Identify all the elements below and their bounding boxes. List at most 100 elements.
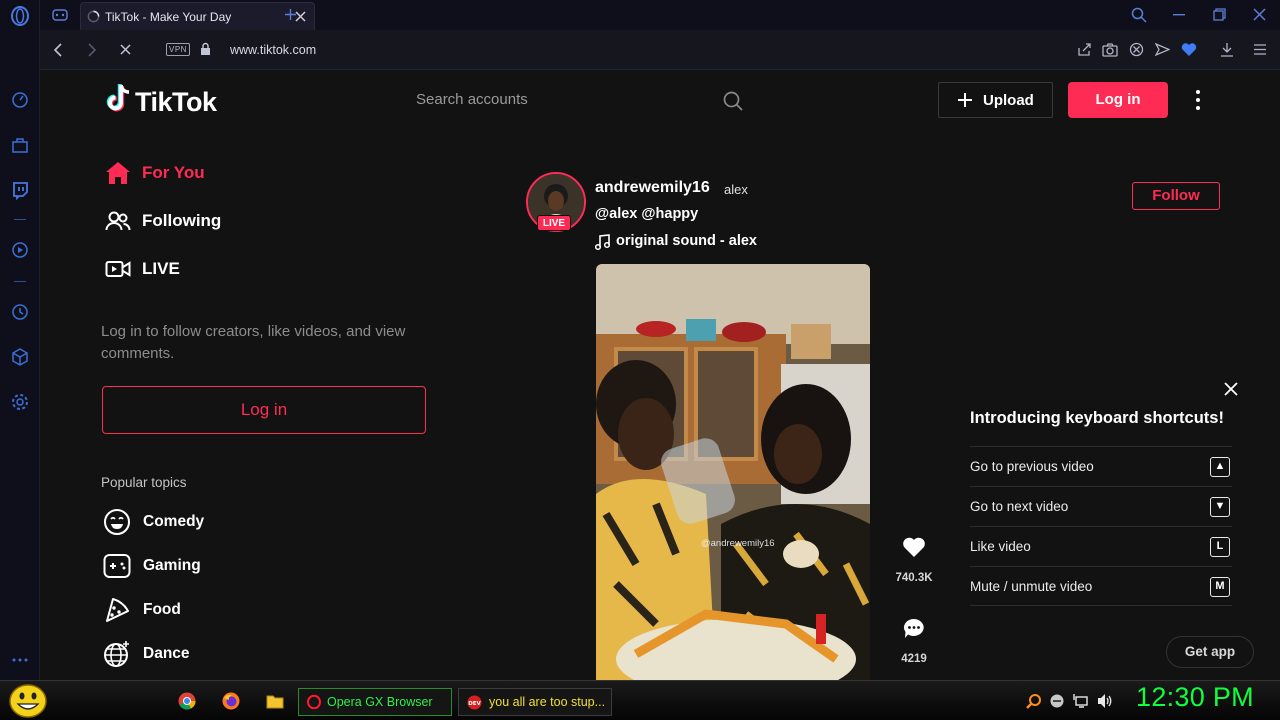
topic-comedy-label: Comedy (143, 513, 205, 530)
more-dots-icon[interactable] (10, 650, 30, 670)
forward-icon[interactable] (87, 43, 97, 57)
shortcut-label: Go to next video (970, 499, 1069, 514)
tab-bar: TikTok - Make Your Day (40, 0, 1280, 30)
shortcut-key: L (1210, 537, 1230, 557)
address-bar: VPN www.tiktok.com (40, 30, 1280, 70)
search-tray-icon[interactable] (1026, 693, 1042, 709)
heart-icon[interactable] (902, 536, 926, 558)
url-text[interactable]: www.tiktok.com (230, 43, 316, 57)
topic-gaming-label: Gaming (143, 557, 201, 574)
comment-count: 4219 (901, 653, 927, 665)
opera-logo-icon[interactable] (10, 6, 30, 26)
comment-icon[interactable] (902, 617, 926, 639)
live-video-icon (105, 261, 131, 277)
browser-sidebar (0, 0, 40, 680)
player-icon[interactable] (10, 240, 30, 260)
shortcut-row: Go to previous video ▲ (970, 446, 1232, 486)
bookmark-heart-icon[interactable] (1181, 42, 1197, 57)
keyboard-shortcuts-panel: Introducing keyboard shortcuts! Go to pr… (949, 371, 1249, 621)
upload-button[interactable]: Upload (938, 82, 1053, 118)
easy-setup-icon[interactable] (1253, 43, 1267, 56)
start-smiley-icon[interactable] (8, 683, 48, 719)
comment-action[interactable]: 4219 (890, 617, 938, 665)
adblock-icon[interactable] (1129, 42, 1144, 57)
music-note-icon (595, 234, 610, 250)
taskbar-opera-label: Opera GX Browser (327, 695, 433, 709)
share-icon[interactable] (1077, 42, 1092, 57)
tiktok-logo-icon[interactable] (106, 83, 132, 113)
speed-dial-icon[interactable] (10, 90, 30, 110)
shortcut-key: ▼ (1210, 497, 1230, 517)
like-count: 740.3K (895, 572, 933, 584)
smile-icon (104, 509, 130, 535)
login-button-sidebar[interactable]: Log in (102, 386, 426, 434)
firefox-icon[interactable] (222, 692, 240, 710)
login-button-header[interactable]: Log in (1068, 82, 1168, 118)
volume-mixer-tray-icon[interactable] (1050, 694, 1064, 708)
search-box[interactable]: Search accounts (397, 81, 757, 119)
shortcut-key: ▲ (1210, 457, 1230, 477)
back-icon[interactable] (53, 43, 63, 57)
topic-food-label: Food (143, 601, 181, 618)
svg-text:DEV: DEV (468, 701, 481, 707)
author-nickname: alex (724, 182, 748, 197)
new-tab-icon[interactable] (284, 8, 297, 21)
plus-icon (958, 93, 972, 107)
dev-icon: DEV (467, 695, 482, 710)
taskbar-dev-window[interactable]: DEV you all are too stup... (458, 688, 612, 716)
video-player[interactable]: @andrewemily16 (596, 264, 870, 680)
get-app-button[interactable]: Get app (1166, 636, 1254, 668)
post-mentions[interactable]: @alex @happy (595, 206, 698, 222)
popular-topics-title: Popular topics (101, 475, 187, 490)
disco-ball-icon (104, 641, 129, 667)
stop-loading-icon[interactable] (120, 44, 131, 55)
download-icon[interactable] (1220, 42, 1234, 57)
search-tabs-icon[interactable] (1131, 7, 1147, 23)
restore-icon[interactable] (1213, 8, 1226, 21)
shortcut-label: Go to previous video (970, 459, 1094, 474)
shortcut-row: Like video L (970, 526, 1232, 566)
search-input[interactable]: Search accounts (416, 91, 528, 108)
taskbar: Opera GX Browser DEV you all are too stu… (0, 680, 1280, 720)
camera-icon[interactable] (1102, 42, 1118, 57)
video-watermark: @andrewemily16 (701, 538, 775, 549)
close-window-icon[interactable] (1253, 8, 1266, 21)
minimize-icon[interactable] (1173, 14, 1185, 16)
search-icon[interactable] (723, 91, 743, 111)
shortcut-key: M (1210, 577, 1230, 597)
browser-tab[interactable]: TikTok - Make Your Day (80, 2, 315, 30)
taskbar-opera-gx[interactable]: Opera GX Browser (298, 688, 452, 716)
shortcuts-title: Introducing keyboard shortcuts! (970, 409, 1224, 427)
lock-icon[interactable] (200, 42, 211, 56)
twitch-icon[interactable] (10, 180, 30, 200)
author-username[interactable]: andrewemily16 (595, 179, 710, 197)
tiktok-page: TikTok Search accounts Upload Log in For… (41, 71, 1280, 680)
vpn-badge[interactable]: VPN (166, 43, 190, 56)
shortcut-label: Like video (970, 539, 1031, 554)
nav-live-label: LIVE (142, 259, 180, 278)
send-icon[interactable] (1155, 42, 1170, 57)
file-explorer-icon[interactable] (266, 693, 284, 709)
home-icon (106, 162, 130, 184)
nav-following-label: Following (142, 211, 222, 230)
history-icon[interactable] (10, 302, 30, 322)
sidebar-separator (14, 219, 26, 220)
chrome-icon[interactable] (178, 692, 196, 710)
settings-gear-icon[interactable] (10, 392, 30, 412)
close-icon[interactable] (1223, 381, 1239, 397)
login-prompt-text: Log in to follow creators, like videos, … (101, 323, 406, 362)
shortcut-label: Mute / unmute video (970, 579, 1093, 594)
users-icon (105, 211, 131, 231)
taskbar-clock[interactable]: 12:30 PM (1136, 682, 1254, 713)
nav-for-you-label: For You (142, 163, 205, 182)
speaker-tray-icon[interactable] (1097, 693, 1113, 709)
tiktok-logo-text[interactable]: TikTok (135, 87, 217, 118)
workspace-icon[interactable] (52, 8, 68, 22)
bag-icon[interactable] (10, 135, 30, 155)
shortcut-row: Mute / unmute video M (970, 566, 1232, 606)
network-tray-icon[interactable] (1073, 693, 1089, 709)
more-options-icon[interactable] (1191, 88, 1205, 112)
extensions-cube-icon[interactable] (10, 347, 30, 367)
like-action[interactable]: 740.3K (890, 536, 938, 584)
follow-button[interactable]: Follow (1132, 182, 1220, 210)
